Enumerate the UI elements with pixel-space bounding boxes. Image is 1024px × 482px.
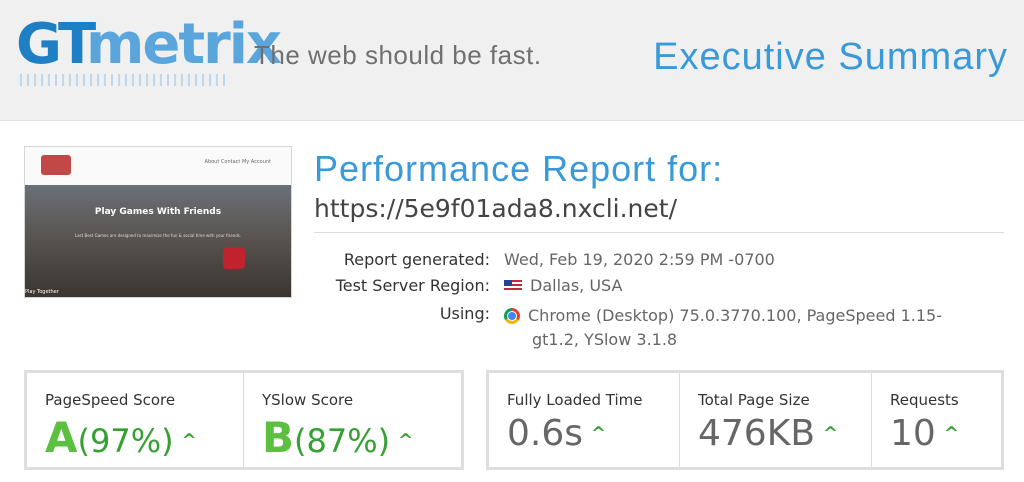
test-region-label: Test Server Region: — [335, 276, 490, 295]
total-page-size-value: 476KB — [698, 413, 816, 454]
chrome-icon — [504, 308, 520, 324]
using-value-line1: Chrome (Desktop) 75.0.3770.100, PageSpee… — [528, 306, 942, 325]
pagespeed-grade: A — [45, 413, 78, 462]
scores-panel: PageSpeed Score A(97%) ^ YSlow Score B(87… — [24, 370, 464, 470]
report-url[interactable]: https://5e9f01ada8.nxcli.net/ — [314, 194, 677, 223]
thumbnail-bottom-text: Play Together — [25, 289, 59, 295]
test-region-value-row: Dallas, USA — [504, 276, 622, 295]
page-size-trend-up-icon: ^ — [823, 423, 839, 444]
section-title: Executive Summary — [653, 36, 1008, 78]
tagline: The web should be fast. — [254, 40, 542, 70]
thumbnail-hero-title: Play Games With Friends — [94, 207, 222, 217]
us-flag-icon — [504, 280, 522, 292]
logo-metrix-text: metrix — [86, 12, 282, 77]
thumbnail-dice-image — [223, 247, 245, 269]
pagespeed-score-value: A(97%) ^ — [45, 413, 197, 462]
divider — [314, 232, 1004, 233]
test-region-value: Dallas, USA — [530, 276, 623, 295]
pagespeed-percent: (97%) — [77, 422, 174, 460]
requests-trend-up-icon: ^ — [943, 423, 959, 444]
total-page-size-cell[interactable]: Total Page Size 476KB ^ — [679, 373, 871, 467]
thumbnail-hero-subtitle: Last Best Games are designed to maximize… — [74, 233, 242, 238]
requests-label: Requests — [890, 391, 959, 409]
using-value-row: Chrome (Desktop) 75.0.3770.100, PageSpee… — [504, 304, 1004, 352]
yslow-score-value: B(87%) ^ — [262, 413, 413, 462]
header: GT metrix The web should be fast. Execut… — [0, 0, 1024, 121]
yslow-trend-up-icon: ^ — [398, 430, 414, 451]
pagespeed-score-label: PageSpeed Score — [45, 391, 176, 409]
pagespeed-trend-up-icon: ^ — [181, 430, 197, 451]
site-screenshot-thumbnail[interactable]: About Contact My Account Play Games With… — [24, 146, 292, 298]
yslow-score-label: YSlow Score — [262, 391, 354, 409]
thumbnail-site-header: About Contact My Account — [25, 147, 291, 185]
thumbnail-site-nav: About Contact My Account — [204, 159, 271, 165]
thumbnail-hero: Play Games With Friends Last Best Games … — [25, 185, 291, 297]
report-title: Performance Report for: — [314, 148, 724, 189]
pagespeed-score-cell[interactable]: PageSpeed Score A(97%) ^ — [27, 373, 243, 467]
requests-value: 10 — [890, 413, 936, 454]
load-time-trend-up-icon: ^ — [591, 423, 607, 444]
logo-ruler-decoration — [20, 74, 230, 86]
report-generated-label: Report generated: — [343, 250, 490, 269]
fully-loaded-time-cell[interactable]: Fully Loaded Time 0.6s ^ — [489, 373, 679, 467]
total-page-size-value-row: 476KB ^ — [698, 413, 838, 454]
total-page-size-label: Total Page Size — [698, 391, 810, 409]
thumbnail-site-logo — [41, 155, 71, 175]
report-generated-value: Wed, Feb 19, 2020 2:59 PM -0700 — [504, 250, 775, 269]
using-value-line2: gt1.2, YSlow 3.1.8 — [532, 330, 678, 349]
using-label: Using: — [439, 304, 490, 323]
fully-loaded-time-label: Fully Loaded Time — [507, 391, 643, 409]
page-details-panel: Fully Loaded Time 0.6s ^ Total Page Size … — [486, 370, 1004, 470]
requests-value-row: 10 ^ — [890, 413, 959, 454]
requests-cell[interactable]: Requests 10 ^ — [871, 373, 1001, 467]
yslow-percent: (87%) — [294, 422, 391, 460]
yslow-grade: B — [262, 413, 295, 462]
fully-loaded-time-value-row: 0.6s ^ — [507, 413, 606, 454]
logo-gt-text: GT — [16, 12, 96, 77]
fully-loaded-time-value: 0.6s — [507, 413, 584, 454]
yslow-score-cell[interactable]: YSlow Score B(87%) ^ — [243, 373, 461, 467]
